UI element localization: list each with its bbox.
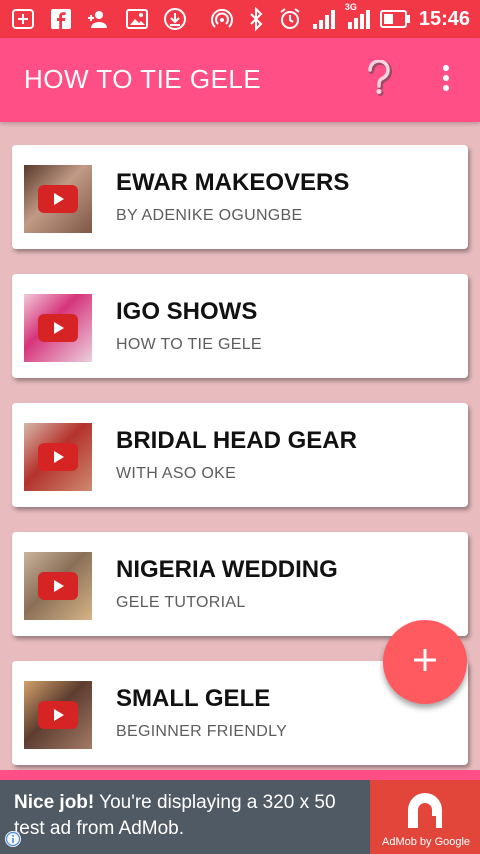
video-subtitle: BY ADENIKE OGUNGBE: [116, 207, 303, 224]
status-bar: 3G 15:46: [0, 0, 480, 38]
video-subtitle: WITH ASO OKE: [116, 465, 237, 482]
admob-logo: AdMob by Google: [370, 780, 480, 854]
play-icon: [38, 314, 78, 342]
overflow-menu-button[interactable]: [436, 62, 456, 98]
video-thumbnail: [24, 294, 92, 362]
alarm-icon: [277, 6, 303, 32]
more-vert-icon: [442, 64, 450, 97]
video-subtitle: HOW TO TIE GELE: [116, 336, 262, 353]
status-time: 15:46: [418, 8, 470, 30]
video-card[interactable]: NIGERIA WEDDING GELE TUTORIAL: [12, 532, 468, 636]
ad-brand-label: AdMob by Google: [382, 836, 471, 848]
battery-icon: [379, 6, 411, 32]
app-title: HOW TO TIE GELE: [24, 64, 262, 94]
ad-headline: Nice job!: [14, 792, 95, 813]
signal-3g-icon: 3G: [345, 2, 371, 32]
video-subtitle: BEGINNER FRIENDLY: [116, 723, 288, 740]
ad-text: Nice job! You're displaying a 320 x 50 t…: [14, 790, 364, 842]
bluetooth-icon: [243, 6, 269, 32]
play-icon: [38, 701, 78, 729]
status-bar-notifications: [10, 6, 188, 32]
facebook-icon: [48, 6, 74, 32]
video-title: IGO SHOWS: [116, 298, 258, 325]
network-type-label: 3G: [344, 2, 357, 12]
person-add-icon: [86, 6, 112, 32]
video-card[interactable]: BRIDAL HEAD GEAR WITH ASO OKE: [12, 403, 468, 507]
hotspot-icon: [209, 6, 235, 32]
video-card[interactable]: EWAR MAKEOVERS BY ADENIKE OGUNGBE: [12, 145, 468, 249]
app-bar: HOW TO TIE GELE: [0, 38, 480, 122]
info-icon[interactable]: [4, 830, 22, 848]
help-icon: [366, 58, 392, 101]
image-icon: [124, 6, 150, 32]
video-thumbnail: [24, 681, 92, 749]
video-title: SMALL GELE: [116, 685, 271, 712]
video-title: NIGERIA WEDDING: [116, 556, 338, 583]
ad-banner[interactable]: Nice job! You're displaying a 320 x 50 t…: [0, 780, 480, 854]
play-icon: [38, 572, 78, 600]
video-thumbnail: [24, 552, 92, 620]
add-box-icon: [10, 6, 36, 32]
ad-divider: [0, 770, 480, 780]
play-icon: [38, 443, 78, 471]
plus-icon: [412, 647, 438, 678]
help-button[interactable]: [362, 58, 396, 101]
signal-icon: [311, 6, 337, 32]
play-icon: [38, 185, 78, 213]
video-card[interactable]: IGO SHOWS HOW TO TIE GELE: [12, 274, 468, 378]
add-fab-button[interactable]: [383, 620, 467, 704]
admob-icon: [404, 790, 446, 830]
video-title: BRIDAL HEAD GEAR: [116, 427, 357, 454]
download-icon: [162, 6, 188, 32]
video-thumbnail: [24, 165, 92, 233]
video-subtitle: GELE TUTORIAL: [116, 594, 246, 611]
video-thumbnail: [24, 423, 92, 491]
status-bar-system: 3G 15:46: [209, 2, 470, 32]
video-title: EWAR MAKEOVERS: [116, 169, 350, 196]
